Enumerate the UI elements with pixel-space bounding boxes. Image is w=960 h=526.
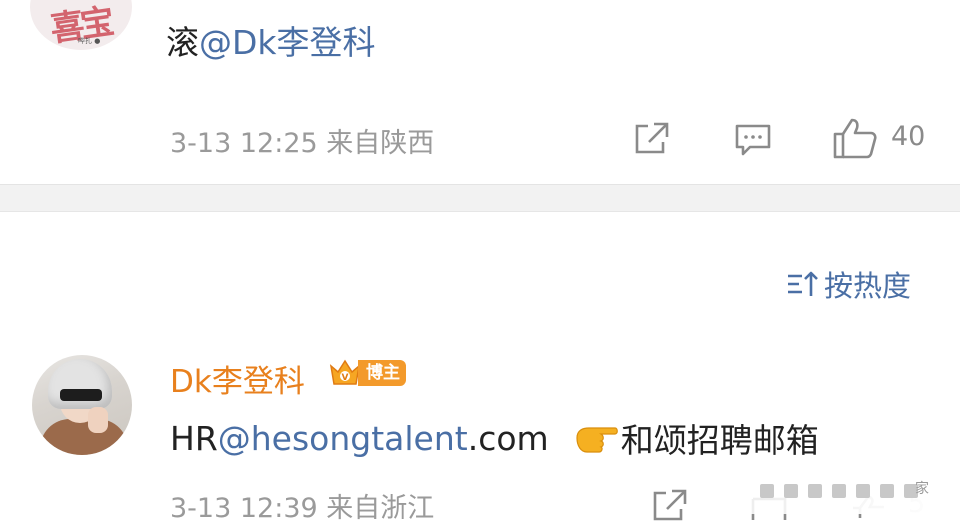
avatar-body <box>40 419 128 455</box>
svg-text:V: V <box>342 373 349 383</box>
share-icon[interactable] <box>652 488 688 522</box>
watermark-text: 家 <box>915 481 929 497</box>
comment-time: 3-13 12:25 <box>170 128 318 159</box>
comment-text-suffix: 和颂招聘邮箱 <box>620 421 819 460</box>
sort-icon <box>788 271 818 296</box>
section-divider <box>0 184 960 212</box>
comment-text-prefix: HR <box>170 418 218 458</box>
watermark-blocks <box>760 484 918 498</box>
avatar[interactable]: 喜宝 哔扎 ● <box>30 0 132 50</box>
avatar-subtext: 哔扎 ● <box>78 37 101 45</box>
comment-location: 来自浙江 <box>326 493 435 524</box>
avatar-hair <box>48 359 112 409</box>
pointing-hand-icon <box>576 427 618 453</box>
watermark-block <box>880 484 894 498</box>
watermark-block <box>784 484 798 498</box>
mention-link[interactable]: @hesongtalent <box>218 419 468 458</box>
like-icon[interactable] <box>832 117 878 159</box>
share-icon[interactable] <box>634 121 670 155</box>
comment-icon[interactable] <box>734 123 772 157</box>
comment-meta: 3-13 12:25 来自陕西 <box>170 121 434 160</box>
avatar-sunglasses <box>60 389 102 401</box>
comment-text: HR @hesongtalent .com 和颂招聘邮箱 <box>170 414 819 462</box>
author-name[interactable]: Dk李登科 <box>170 356 305 401</box>
avatar-hand <box>88 407 108 433</box>
sort-by-hot-button[interactable]: 按热度 <box>786 264 911 304</box>
crown-icon: V <box>329 359 361 385</box>
watermark-block <box>856 484 870 498</box>
comment-location: 来自陕西 <box>326 128 435 159</box>
mention-link[interactable]: @Dk李登科 <box>199 23 376 62</box>
watermark-block <box>760 484 774 498</box>
comment-meta: 3-13 12:39 来自浙江 <box>170 486 434 525</box>
watermark-block <box>832 484 846 498</box>
watermark-block <box>808 484 822 498</box>
avatar[interactable] <box>32 355 132 455</box>
sort-label: 按热度 <box>824 269 912 303</box>
comment-time: 3-13 12:39 <box>170 493 318 524</box>
comment-text-prefix: 滚 <box>166 23 199 62</box>
blogger-badge: V 博主 <box>328 356 406 390</box>
comment-text: 滚@Dk李登科 <box>166 16 376 64</box>
comment-text-domain: .com <box>467 418 549 458</box>
badge-label: 博主 <box>358 360 406 386</box>
like-count: 40 <box>891 121 926 152</box>
